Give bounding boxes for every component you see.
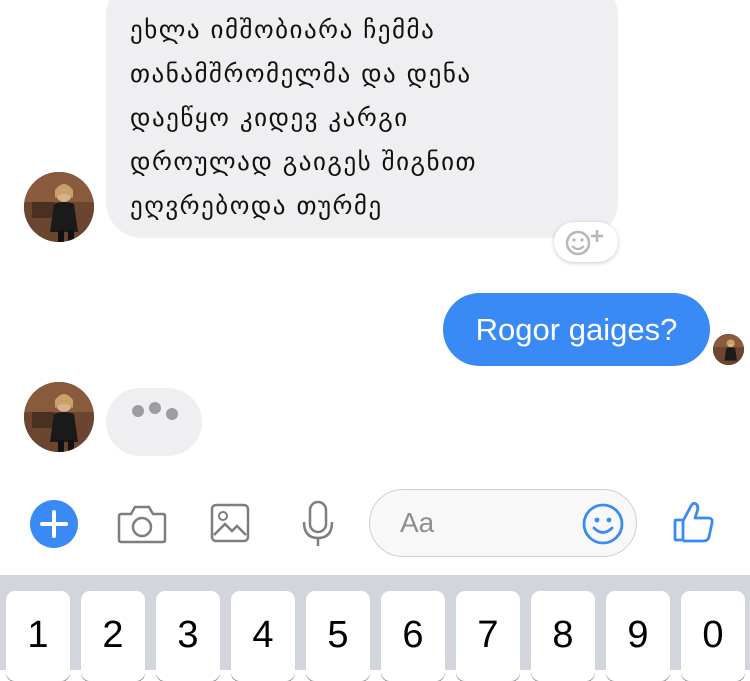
message-line: ეხლა იმშობიარა ჩემმა — [130, 15, 436, 44]
message-line: ეღვრებოდა თურმე — [130, 191, 383, 220]
key-6[interactable]: 6 — [381, 591, 445, 681]
typing-dot — [132, 405, 144, 417]
thumbs-up-icon[interactable] — [672, 500, 716, 548]
plus-icon[interactable] — [30, 500, 78, 552]
outgoing-message-bubble[interactable]: Rogor gaiges? — [443, 293, 710, 366]
key-7[interactable]: 7 — [456, 591, 520, 681]
key-9[interactable]: 9 — [606, 591, 670, 681]
add-reaction-button[interactable] — [554, 222, 618, 262]
sender-avatar[interactable] — [24, 172, 94, 242]
avatar-photo — [24, 382, 94, 452]
incoming-message-bubble[interactable]: ეხლა იმშობიარა ჩემმა თანამშრომელმა და დე… — [106, 0, 618, 238]
typing-dot — [149, 402, 161, 414]
keyboard: 1 2 3 4 5 6 7 8 9 0 — [0, 575, 750, 681]
message-input[interactable]: Aa — [369, 489, 637, 557]
image-icon[interactable] — [210, 503, 250, 547]
typing-indicator — [106, 388, 202, 456]
microphone-icon[interactable] — [300, 500, 336, 552]
key-8[interactable]: 8 — [531, 591, 595, 681]
read-receipt-avatar — [713, 334, 744, 365]
typing-dot — [166, 408, 178, 420]
key-1[interactable]: 1 — [6, 591, 70, 681]
message-input-placeholder: Aa — [400, 507, 435, 538]
emoji-icon[interactable] — [581, 502, 625, 546]
key-5[interactable]: 5 — [306, 591, 370, 681]
add-reaction-icon — [565, 230, 603, 256]
outgoing-message-text: Rogor gaiges? — [475, 311, 678, 347]
key-2[interactable]: 2 — [81, 591, 145, 681]
message-line: დაეწყო კიდევ კარგი — [130, 103, 409, 132]
typing-sender-avatar[interactable] — [24, 382, 94, 452]
avatar-photo — [24, 172, 94, 242]
message-line: დროულად გაიგეს შიგნით — [130, 147, 478, 176]
message-line: თანამშრომელმა და დენა — [130, 59, 472, 88]
camera-icon[interactable] — [117, 504, 167, 548]
key-4[interactable]: 4 — [231, 591, 295, 681]
read-receipt-photo — [713, 334, 744, 365]
key-3[interactable]: 3 — [156, 591, 220, 681]
key-0[interactable]: 0 — [681, 591, 745, 681]
